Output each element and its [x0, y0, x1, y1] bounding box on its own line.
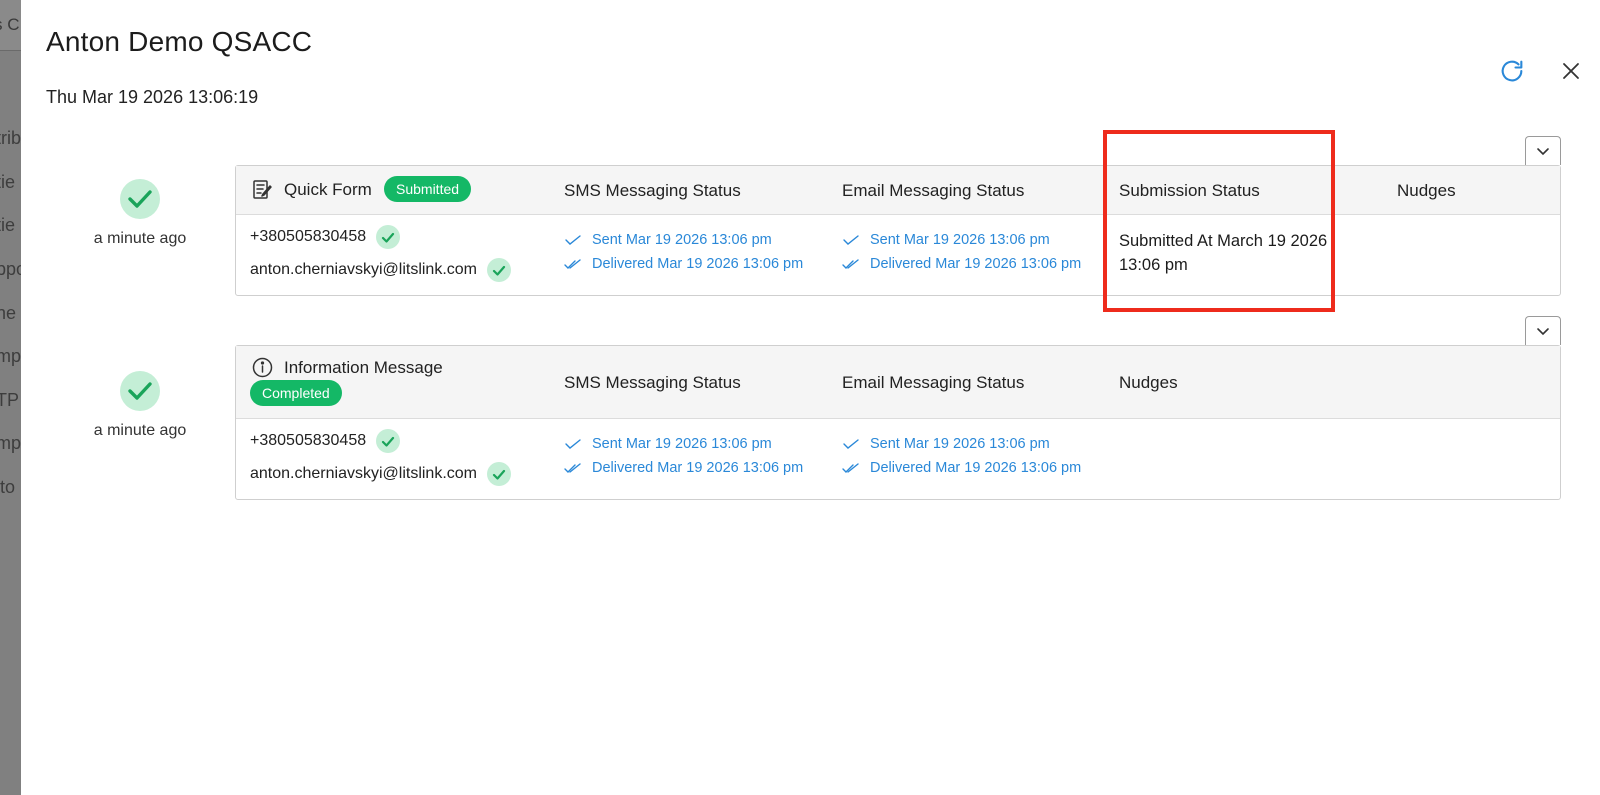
collapse-toggle-button[interactable]	[1525, 316, 1561, 345]
phone-number: +380505830458	[250, 228, 367, 245]
background-text: tie	[0, 172, 16, 192]
activity-card-information-message: Information Message Completed SMS Messag…	[235, 345, 1561, 500]
check-icon	[843, 439, 859, 449]
chevron-down-icon	[1537, 147, 1549, 155]
timeline-time: a minute ago	[93, 230, 187, 247]
phone-number: +380505830458	[250, 432, 367, 449]
double-check-icon	[564, 463, 581, 473]
background-text: TP	[0, 390, 20, 410]
recipient-email: anton.cherniavskyi@litslink.com	[250, 258, 511, 282]
modal-title: Anton Demo QSACC	[46, 26, 313, 57]
status-badge: Submitted	[384, 176, 472, 202]
double-check-icon	[564, 259, 581, 269]
check-icon	[565, 439, 581, 449]
column-header-sms: SMS Messaging Status	[564, 373, 741, 392]
background-text: mp	[0, 433, 21, 453]
email-sent-status: Sent Mar 19 2026 13:06 pm	[842, 436, 1050, 452]
timeline-time: a minute ago	[93, 422, 187, 439]
check-icon	[843, 235, 859, 245]
timeline-check-icon	[120, 371, 160, 411]
card-body: +380505830458 anton.cherniavskyi@litslin…	[236, 419, 1560, 499]
verified-check-icon	[376, 225, 401, 249]
activity-modal: Anton Demo QSACC Thu Mar 19 2026 13:06:1…	[21, 0, 1600, 795]
timeline-check-icon	[120, 179, 160, 219]
background-page: s C trib tie tie ppo ne mp TP mp ito	[0, 0, 21, 795]
email-sent-status: Sent Mar 19 2026 13:06 pm	[842, 232, 1050, 248]
verified-check-icon	[376, 429, 401, 453]
column-header-submission: Submission Status	[1119, 181, 1260, 200]
background-text: ne	[0, 303, 17, 323]
close-icon	[1563, 63, 1579, 79]
card-title: Quick Form	[284, 180, 372, 199]
modal-date: Thu Mar 19 2026 13:06:19	[46, 87, 259, 107]
column-header-nudges: Nudges	[1397, 181, 1456, 200]
sms-sent-status: Sent Mar 19 2026 13:06 pm	[564, 436, 772, 452]
column-header-email: Email Messaging Status	[842, 373, 1025, 392]
email-address: anton.cherniavskyi@litslink.com	[250, 465, 477, 482]
card-title: Information Message	[284, 358, 443, 377]
card-header: Information Message Completed SMS Messag…	[236, 346, 1560, 419]
refresh-icon	[1501, 60, 1523, 82]
card-header: Quick Form Submitted SMS Messaging Statu…	[236, 166, 1560, 215]
recipient-email: anton.cherniavskyi@litslink.com	[250, 462, 511, 486]
double-check-icon	[842, 463, 859, 473]
verified-check-icon	[487, 258, 511, 282]
background-text: tie	[0, 215, 16, 235]
email-delivered-status: Delivered Mar 19 2026 13:06 pm	[842, 460, 1081, 476]
sms-sent-status: Sent Mar 19 2026 13:06 pm	[564, 232, 772, 248]
background-field: s C	[0, 0, 21, 51]
recipient-phone: +380505830458	[250, 225, 401, 249]
status-badge: Completed	[250, 380, 342, 406]
background-text: trib	[0, 128, 21, 148]
submission-status-text: Submitted At March 19 2026 13:06 pm	[1119, 232, 1328, 274]
column-header-nudges: Nudges	[1119, 373, 1178, 392]
email-delivered-status: Delivered Mar 19 2026 13:06 pm	[842, 256, 1081, 272]
check-icon	[565, 235, 581, 245]
column-header-email: Email Messaging Status	[842, 181, 1025, 200]
verified-check-icon	[487, 462, 511, 486]
email-address: anton.cherniavskyi@litslink.com	[250, 261, 477, 278]
background-text: mp	[0, 346, 21, 366]
chevron-down-icon	[1537, 327, 1549, 335]
background-text: ito	[0, 477, 16, 497]
activity-card-quick-form: Quick Form Submitted SMS Messaging Statu…	[235, 165, 1561, 296]
recipient-phone: +380505830458	[250, 429, 401, 453]
double-check-icon	[842, 259, 859, 269]
card-body: +380505830458 anton.cherniavskyi@litslin…	[236, 215, 1560, 295]
column-header-sms: SMS Messaging Status	[564, 181, 741, 200]
background-field-text: s C	[0, 15, 20, 34]
collapse-toggle-button[interactable]	[1525, 136, 1561, 165]
background-text: ppo	[0, 259, 21, 279]
sms-delivered-status: Delivered Mar 19 2026 13:06 pm	[564, 460, 803, 476]
close-button[interactable]	[1557, 57, 1585, 85]
sms-delivered-status: Delivered Mar 19 2026 13:06 pm	[564, 256, 803, 272]
refresh-button[interactable]	[1496, 55, 1528, 87]
form-edit-icon	[252, 179, 274, 206]
